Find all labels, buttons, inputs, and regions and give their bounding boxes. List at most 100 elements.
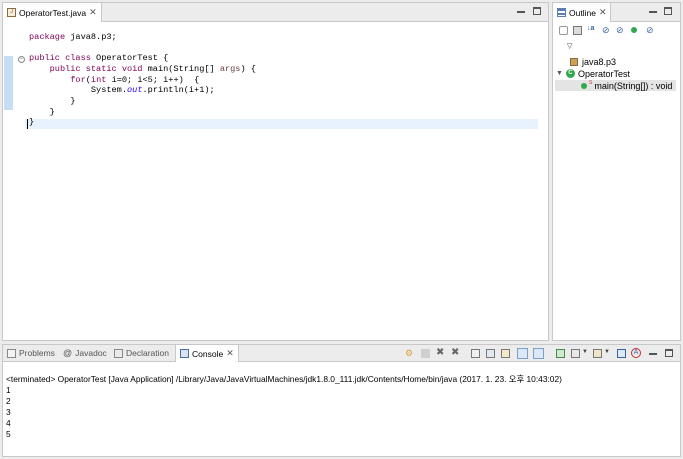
chevron-down-icon[interactable]: ▼ — [604, 349, 613, 358]
keyword: public static void — [49, 63, 143, 74]
scroll-lock-icon[interactable] — [486, 349, 495, 358]
close-icon[interactable]: ✕ — [89, 7, 97, 18]
tab-outline[interactable]: Outline ✕ — [553, 3, 612, 22]
pin-icon[interactable]: ⚙ — [405, 349, 414, 358]
hide-nonpublic-icon[interactable] — [631, 27, 637, 33]
code-text: } — [49, 106, 55, 117]
tab-label: Javadoc — [75, 348, 107, 358]
code-line-7: } — [29, 96, 75, 106]
chevron-down-icon[interactable]: ▼ — [556, 70, 563, 77]
code-text: ) { — [240, 63, 256, 74]
code-text: .println(i+1); — [142, 85, 215, 96]
tab-operatortest-java[interactable]: J OperatorTest.java ✕ — [3, 3, 102, 22]
code-line-5: for(int i=0; i<5; i++) { — [29, 75, 199, 85]
close-icon[interactable]: ✕ — [226, 348, 234, 359]
tab-label: Outline — [569, 7, 596, 18]
fold-collapse-icon[interactable]: − — [18, 56, 25, 63]
tab-problems[interactable]: Problems — [3, 345, 59, 361]
tab-declaration[interactable]: Declaration — [110, 345, 173, 361]
editor-pane: J OperatorTest.java ✕ − package java8.p3… — [2, 2, 549, 341]
outline-item-method[interactable]: S main(String[]) : void — [555, 80, 676, 91]
tab-javadoc[interactable]: @ Javadoc — [59, 345, 111, 361]
maximize-icon[interactable] — [664, 7, 672, 15]
java-perspective-icon[interactable] — [617, 349, 626, 358]
code-area[interactable]: package java8.p3; public class OperatorT… — [29, 21, 256, 139]
minimize-icon[interactable] — [517, 7, 525, 13]
code-text: OperatorTest { — [90, 53, 169, 64]
outline-icon — [557, 8, 566, 17]
code-text: main(String[] — [142, 63, 220, 74]
javadoc-icon: @ — [63, 348, 73, 358]
outline-item-label: OperatorTest — [577, 68, 630, 79]
keyword: for — [70, 74, 86, 85]
code-text: } — [70, 95, 76, 106]
outline-tabbar: Outline ✕ — [553, 3, 680, 22]
show-on-output-icon[interactable] — [517, 348, 528, 359]
debug-a-icon[interactable]: A — [631, 348, 641, 358]
code-line-6: System.out.println(i+1); — [29, 85, 215, 95]
code-line-1: package java8.p3; — [29, 32, 117, 42]
outline-toolbar: ↓a ⊘ ⊘ ⊘ ▽ — [559, 25, 677, 50]
editor-tabbar: J OperatorTest.java ✕ — [3, 3, 548, 22]
outline-pane: Outline ✕ ↓a ⊘ ⊘ ⊘ ▽ java8.p3 ▼ C Operat… — [552, 2, 681, 341]
tab-console[interactable]: Console ✕ — [175, 345, 239, 362]
parameter: args — [219, 63, 241, 74]
link-editor-icon[interactable] — [573, 26, 582, 35]
problems-icon — [7, 348, 16, 358]
clear-console-icon[interactable] — [471, 349, 480, 358]
outline-item-class[interactable]: ▼ C OperatorTest — [556, 68, 630, 79]
minimize-icon[interactable] — [649, 7, 657, 13]
collapse-all-icon[interactable] — [559, 26, 568, 35]
hide-fields-icon[interactable]: ⊘ — [602, 25, 611, 35]
open-console-icon[interactable] — [593, 349, 602, 358]
console-tabbar: Problems @ Javadoc Declaration Console ✕… — [3, 345, 680, 362]
code-text: i=0; i<5; i++) { — [106, 74, 200, 85]
code-line-9: } — [29, 117, 34, 127]
word-wrap-icon[interactable] — [501, 349, 510, 358]
console-line: 1 — [6, 385, 11, 395]
pin-console-icon[interactable] — [556, 349, 565, 358]
display-console-icon[interactable] — [571, 349, 580, 358]
declaration-icon — [114, 348, 123, 358]
tab-label: Declaration — [126, 348, 169, 358]
console-line: 3 — [6, 407, 11, 417]
maximize-icon[interactable] — [533, 7, 541, 15]
hide-local-types-icon[interactable]: ⊘ — [646, 25, 655, 35]
console-line: 4 — [6, 418, 11, 428]
class-icon: C — [565, 69, 575, 78]
static-field: out — [127, 85, 143, 96]
chevron-down-icon[interactable]: ▼ — [582, 349, 591, 358]
code-text: System. — [90, 85, 127, 96]
tab-label: Problems — [19, 348, 55, 358]
console-output[interactable]: <terminated> OperatorTest [Java Applicat… — [6, 363, 678, 454]
static-badge: S — [589, 79, 593, 86]
close-icon[interactable]: ✕ — [599, 7, 607, 18]
outline-item-package[interactable]: java8.p3 — [570, 56, 616, 67]
remove-launch-icon[interactable]: ✖ — [436, 348, 445, 358]
code-line-4: public static void main(String[] args) { — [29, 64, 256, 74]
view-menu-icon[interactable]: ▽ — [567, 42, 576, 51]
hide-static-icon[interactable]: ⊘ — [616, 25, 625, 35]
java-file-icon: J — [7, 8, 16, 17]
stop-icon[interactable] — [421, 349, 430, 358]
remove-all-icon[interactable]: ✖ — [451, 348, 460, 358]
minimize-icon[interactable] — [649, 349, 657, 355]
sort-icon[interactable]: ↓a — [587, 25, 596, 34]
console-icon — [180, 349, 189, 358]
package-icon — [570, 57, 578, 66]
public-method-icon — [581, 82, 587, 89]
outline-item-label: java8.p3 — [582, 56, 617, 67]
console-line: 2 — [6, 396, 11, 406]
keyword: public class — [29, 53, 91, 64]
code-text: java8.p3; — [65, 31, 117, 42]
console-line: 5 — [6, 429, 11, 439]
code-line-8: } — [29, 107, 55, 117]
maximize-icon[interactable] — [665, 349, 673, 357]
code-line-3: public class OperatorTest { — [29, 53, 168, 63]
tab-label: Console — [192, 348, 224, 359]
show-on-error-icon[interactable] — [533, 348, 544, 359]
keyword: package — [29, 31, 66, 42]
console-pane: Problems @ Javadoc Declaration Console ✕… — [2, 344, 681, 457]
tab-label: OperatorTest.java — [19, 7, 87, 18]
